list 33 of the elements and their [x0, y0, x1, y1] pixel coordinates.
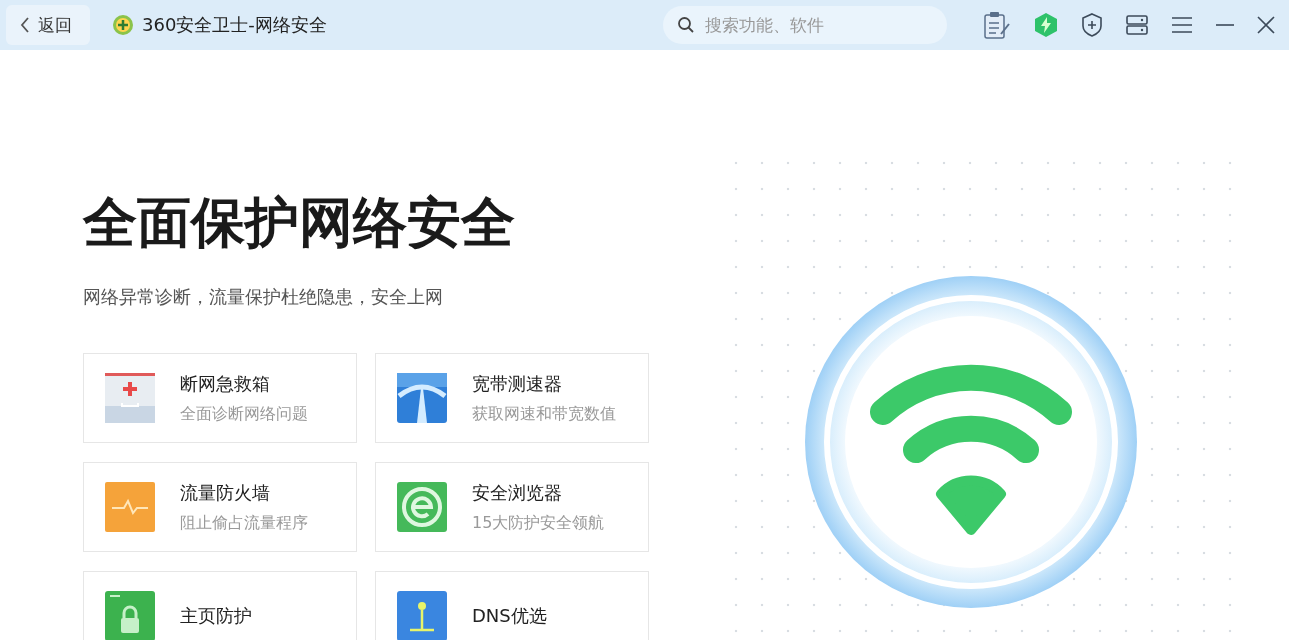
hero-subtitle: 网络异常诊断，流量保护杜绝隐患，安全上网 — [83, 285, 444, 309]
tool-card[interactable]: 安全浏览器 15大防护安全领航 — [375, 462, 649, 552]
tool-description: 阻止偷占流量程序 — [180, 512, 308, 534]
minimize-icon[interactable] — [1215, 23, 1235, 27]
tool-name: DNS优选 — [472, 604, 547, 628]
tool-name: 安全浏览器 — [472, 480, 563, 505]
search-field[interactable]: 搜索功能、软件 — [663, 6, 947, 44]
server-icon[interactable] — [1125, 14, 1149, 36]
network-node-icon — [396, 590, 448, 640]
tool-name: 主页防护 — [180, 604, 252, 628]
tool-description: 获取网速和带宽数值 — [472, 403, 616, 425]
tool-card[interactable]: 断网急救箱 全面诊断网络问题 — [83, 353, 357, 443]
menu-icon[interactable] — [1171, 16, 1193, 34]
tool-card[interactable]: 主页防护 — [83, 571, 357, 640]
tool-name: 断网急救箱 — [180, 371, 271, 396]
close-icon[interactable] — [1257, 16, 1275, 34]
tool-name: 流量防火墙 — [180, 480, 271, 505]
chevron-left-icon — [20, 17, 30, 33]
tool-description: 15大防护安全领航 — [472, 512, 605, 534]
browser-e-icon — [396, 481, 448, 533]
first-aid-kit-icon — [104, 372, 156, 424]
hero-title: 全面保护网络安全 — [83, 190, 516, 256]
back-button[interactable]: 返回 — [6, 5, 90, 45]
tool-card[interactable]: 宽带测速器 获取网速和带宽数值 — [375, 353, 649, 443]
shield-plus-icon[interactable] — [1081, 13, 1103, 37]
tool-description: 全面诊断网络问题 — [180, 403, 308, 425]
tool-name: 宽带测速器 — [472, 371, 563, 396]
padlock-icon — [104, 590, 156, 640]
tool-card[interactable]: 流量防火墙 阻止偷占流量程序 — [83, 462, 357, 552]
tool-card[interactable]: DNS优选 — [375, 571, 649, 640]
clipboard-icon[interactable] — [981, 10, 1011, 40]
window-title: 360安全卫士-网络安全 — [142, 13, 327, 37]
speedometer-icon — [396, 372, 448, 424]
